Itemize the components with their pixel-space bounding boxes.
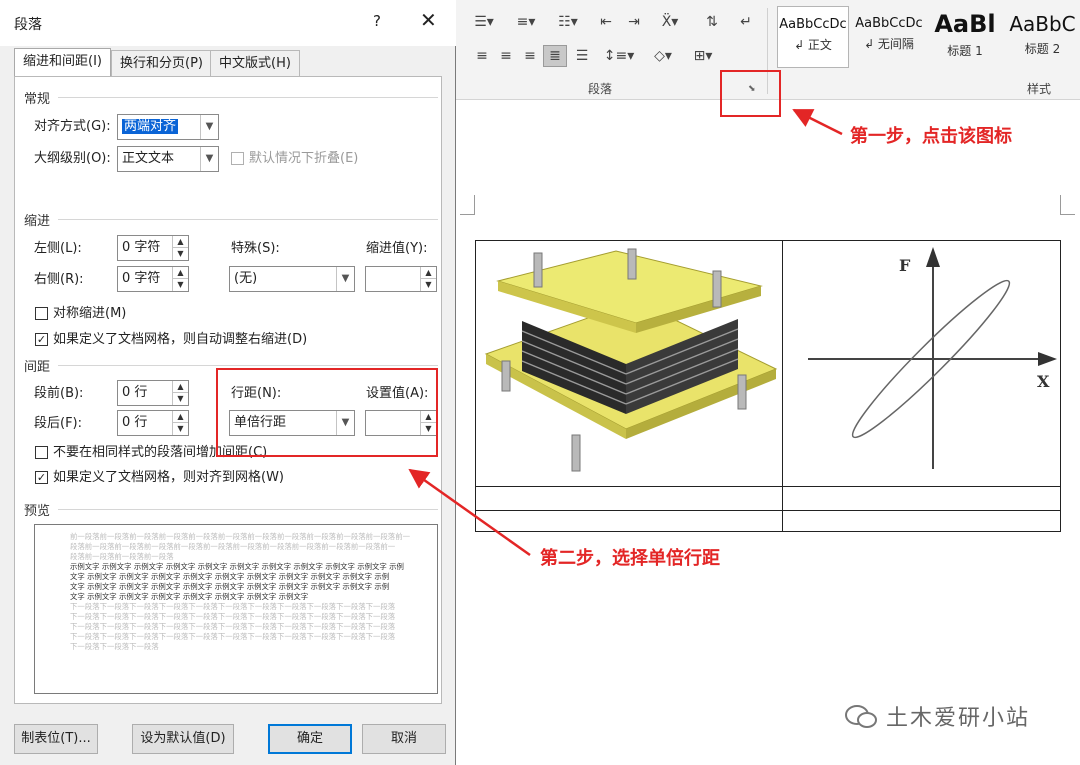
watermark-text: 土木爱研小站	[886, 706, 1031, 731]
step-one-annotation: 第一步，点击该图标	[850, 126, 1012, 147]
annotation-arrows	[408, 108, 843, 557]
step-two-annotation: 第二步，选择单倍行距	[540, 548, 720, 569]
wechat-icon	[845, 705, 877, 728]
